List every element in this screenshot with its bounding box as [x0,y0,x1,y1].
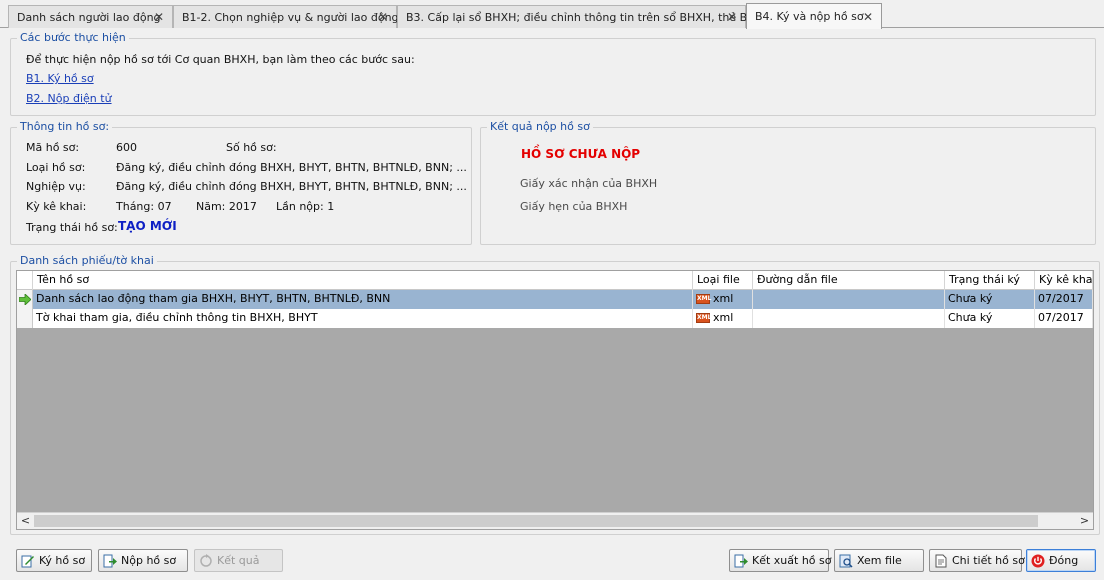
refresh-icon [199,553,213,568]
sign-dossier-button[interactable]: Ký hồ sơ [16,549,92,572]
submit-dossier-label: Nộp hồ sơ [121,554,177,567]
dossier-status-label: Trạng thái hồ sơ: [26,221,118,234]
col-file-path[interactable]: Đường dẫn file [753,271,945,290]
close-icon[interactable]: ✕ [727,10,737,24]
row-selector[interactable] [17,290,33,309]
steps-group: Các bước thực hiện [10,31,1096,116]
row-selector[interactable] [17,309,33,328]
result-label: Kết quả [217,554,260,567]
sign-dossier-label: Ký hồ sơ [39,554,86,567]
tab-sign-submit[interactable]: B4. Ký và nộp hồ sơ ✕ [746,3,882,29]
dossier-code-value: 600 [116,141,137,154]
scroll-left-icon[interactable]: < [17,513,34,529]
submit-result-title: Kết quả nộp hồ sơ [487,120,593,133]
current-row-arrow-icon [19,294,31,305]
scroll-thumb[interactable] [34,515,1038,527]
dossier-code-label: Mã hồ sơ: [26,141,80,154]
view-file-label: Xem file [857,554,902,567]
step-submit-link[interactable]: B2. Nộp điện tử [26,92,112,105]
period-year: Năm: 2017 [196,200,257,213]
col-sign-status[interactable]: Trạng thái ký [945,271,1035,290]
cell-name: Tờ khai tham gia, điều chỉnh thông tin B… [33,309,693,328]
col-period[interactable]: Kỳ kê khai [1035,271,1093,290]
cell-sign-status: Chưa ký [945,290,1035,309]
cell-file-type: XML xml [693,290,753,309]
dossier-detail-label: Chi tiết hồ sơ [952,554,1025,567]
cell-sign-status: Chưa ký [945,309,1035,328]
cell-file-type: XML xml [693,309,753,328]
view-file-button[interactable]: Xem file [834,549,924,572]
horizontal-scrollbar[interactable]: < > [17,512,1093,529]
steps-title: Các bước thực hiện [17,31,129,44]
dossier-number-label: Số hồ sơ: [226,141,277,154]
tab-bar: Danh sách người lao động ✕ B1-2. Chọn ng… [0,0,1104,29]
export-dossier-button[interactable]: Kết xuất hồ sơ [729,549,832,572]
dossier-type-label: Loại hồ sơ: [26,161,86,174]
table-row[interactable]: Tờ khai tham gia, điều chỉnh thông tin B… [17,309,1093,328]
cell-file-path [753,309,945,328]
dossier-status-value: TẠO MỚI [118,219,177,233]
close-icon[interactable]: ✕ [154,10,164,24]
tab-label: B3. Cấp lại sổ BHXH; điều chỉnh thông ti… [406,10,769,24]
submit-icon [103,554,117,568]
power-icon [1031,554,1045,568]
tab-employee-list[interactable]: Danh sách người lao động ✕ [8,5,173,28]
forms-table: Tên hồ sơ Loại file Đường dẫn file Trạng… [16,270,1094,530]
submit-dossier-button[interactable]: Nộp hồ sơ [98,549,188,572]
tab-select-service[interactable]: B1-2. Chọn nghiệp vụ & người lao động ✕ [173,5,399,28]
steps-intro: Để thực hiện nộp hồ sơ tới Cơ quan BHXH,… [26,53,415,66]
xml-file-icon: XML [696,294,712,304]
export-dossier-label: Kết xuất hồ sơ [752,554,832,567]
tab-label: B4. Ký và nộp hồ sơ [755,10,864,23]
cell-file-path [753,290,945,309]
close-button[interactable]: Đóng [1026,549,1096,572]
close-icon[interactable]: ✕ [378,10,388,24]
table-header: Tên hồ sơ Loại file Đường dẫn file Trạng… [17,271,1093,290]
dossier-detail-button[interactable]: Chi tiết hồ sơ [929,549,1025,572]
export-icon [734,554,748,568]
sign-icon [21,554,35,568]
xml-file-icon: XML [696,313,712,323]
cell-period: 07/2017 [1035,290,1093,309]
row-header-corner [17,271,33,290]
col-file-type[interactable]: Loại file [693,271,753,290]
cell-name: Danh sách lao động tham gia BHXH, BHYT, … [33,290,693,309]
forms-list-title: Danh sách phiếu/tờ khai [17,254,157,267]
dossier-info-title: Thông tin hồ sơ: [17,120,113,133]
cell-period: 07/2017 [1035,309,1093,328]
result-button[interactable]: Kết quả [194,549,283,572]
tab-label: B1-2. Chọn nghiệp vụ & người lao động [182,10,399,24]
dossier-type-value: Đăng ký, điều chỉnh đóng BHXH, BHYT, BHT… [116,161,467,174]
file-type-text: xml [713,292,734,305]
submit-result-status: HỒ SƠ CHƯA NỘP [521,147,641,161]
view-file-icon [839,554,853,568]
step-sign-link[interactable]: B1. Ký hồ sơ [26,72,94,85]
close-label: Đóng [1049,554,1079,567]
col-name[interactable]: Tên hồ sơ [33,271,693,290]
confirmation-doc: Giấy xác nhận của BHXH [520,177,658,190]
document-icon [934,554,948,568]
submit-count: Lần nộp: 1 [276,200,335,213]
close-icon[interactable]: ✕ [863,10,873,24]
table-row[interactable]: Danh sách lao động tham gia BHXH, BHYT, … [17,290,1093,309]
appointment-doc: Giấy hẹn của BHXH [520,200,628,213]
tab-label: Danh sách người lao động [17,10,161,24]
tab-reissue-book[interactable]: B3. Cấp lại sổ BHXH; điều chỉnh thông ti… [397,5,769,28]
service-label: Nghiệp vụ: [26,180,86,193]
period-month: Tháng: 07 [116,200,172,213]
service-value: Đăng ký, điều chỉnh đóng BHXH, BHYT, BHT… [116,180,467,193]
period-label: Kỳ kê khai: [26,200,87,213]
scroll-right-icon[interactable]: > [1076,513,1093,529]
file-type-text: xml [713,311,734,324]
